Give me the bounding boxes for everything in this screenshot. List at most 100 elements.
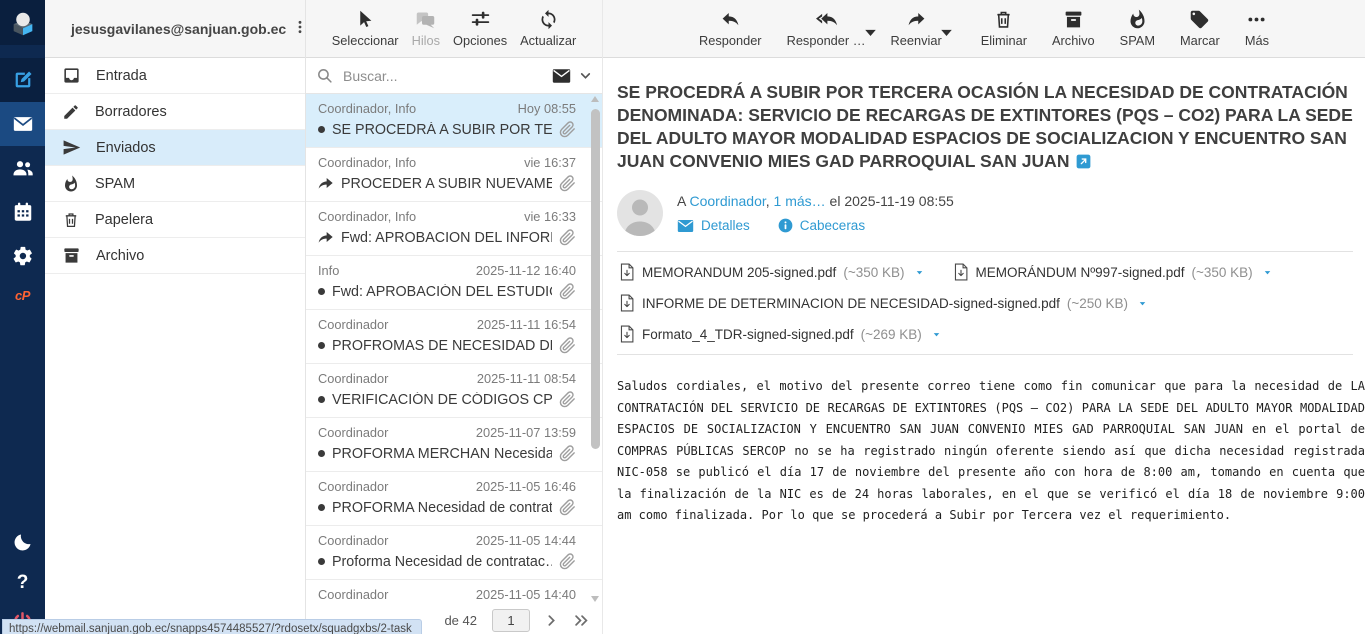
attachment-paperclip-icon xyxy=(559,553,576,570)
message-row-header: Coordinador 2025-11-05 14:40 xyxy=(318,587,576,602)
rail-mail-button[interactable] xyxy=(0,102,45,146)
folder-item-archivo[interactable]: Archivo xyxy=(45,238,305,274)
scrollbar-thumb[interactable] xyxy=(591,109,600,449)
rail-contacts-button[interactable] xyxy=(0,146,45,190)
message-row-subject-line: PROCEDER A SUBIR NUEVAMENT… xyxy=(318,175,576,192)
folder-item-borradores[interactable]: Borradores xyxy=(45,94,305,130)
threads-label: Hilos xyxy=(412,33,440,48)
threads-button[interactable]: Hilos xyxy=(409,7,443,50)
delete-button[interactable]: Eliminar xyxy=(978,7,1030,50)
reply-all-button[interactable]: Responder … xyxy=(784,7,869,50)
list-scrollbar[interactable] xyxy=(591,96,600,602)
message-list-item[interactable]: Coordinador 2025-11-05 16:46 PROFORMA Ne… xyxy=(306,472,602,526)
recipient-link[interactable]: Coordinador xyxy=(689,193,765,209)
folder-item-enviados[interactable]: Enviados xyxy=(45,130,305,166)
date-received: el 2025-11-19 08:55 xyxy=(826,193,954,209)
page-number-box[interactable]: 1 xyxy=(492,609,530,632)
message-from: Coordinador xyxy=(318,317,388,332)
message-list-item[interactable]: Coordinador 2025-11-11 08:54 VERIFICACIÓ… xyxy=(306,364,602,418)
search-chevron-down-icon[interactable] xyxy=(579,69,592,82)
folder-item-spam[interactable]: SPAM xyxy=(45,166,305,202)
help-button[interactable]: ? xyxy=(0,564,45,602)
recipients-line: A Coordinador, 1 más… el 2025-11-19 08:5… xyxy=(677,193,954,209)
options-button[interactable]: Opciones xyxy=(450,7,510,50)
archive-button[interactable]: Archivo xyxy=(1049,7,1098,50)
message-subject-preview: PROCEDER A SUBIR NUEVAMENT… xyxy=(341,176,552,192)
pencil-icon xyxy=(62,103,80,121)
headers-button[interactable]: Cabeceras xyxy=(778,218,865,233)
attachment-dropdown-caret-icon[interactable] xyxy=(1262,267,1273,278)
message-subject-preview: Fwd: APROBACIÓN DEL ESTUDIO,… xyxy=(332,284,552,300)
message-list-item[interactable]: Coordinador 2025-11-11 16:54 PROFROMAS D… xyxy=(306,310,602,364)
reply-all-icon xyxy=(816,9,837,30)
forward-button[interactable]: Reenviar xyxy=(888,7,945,50)
reply-button[interactable]: Responder xyxy=(696,7,765,50)
attachment-dropdown-caret-icon[interactable] xyxy=(914,267,925,278)
folder-item-papelera[interactable]: Papelera xyxy=(45,202,305,238)
dark-mode-toggle[interactable] xyxy=(0,520,45,564)
attachment-paperclip-icon xyxy=(559,445,576,462)
to-separator: , xyxy=(766,193,774,209)
open-in-new-window-icon[interactable] xyxy=(1076,154,1091,169)
pdf-file-icon xyxy=(619,294,635,312)
folder-label: Enviados xyxy=(96,140,156,156)
refresh-button[interactable]: Actualizar xyxy=(517,7,579,50)
message-row-header: Coordinador 2025-11-07 13:59 xyxy=(318,425,576,440)
search-mail-filter-icon[interactable] xyxy=(552,68,571,84)
delete-label: Eliminar xyxy=(981,33,1027,48)
details-button[interactable]: Detalles xyxy=(677,218,750,233)
search-input[interactable] xyxy=(341,67,544,85)
options-label: Opciones xyxy=(453,33,507,48)
message-list-item[interactable]: Coordinador, Info vie 16:33 Fwd: APROBAC… xyxy=(306,202,602,256)
message-list-item[interactable]: Coordinador 2025-11-05 14:44 Proforma Ne… xyxy=(306,526,602,580)
scroll-down-arrow-icon[interactable] xyxy=(591,596,599,602)
more-button[interactable]: Más xyxy=(1242,7,1272,50)
message-row-subject-line: Proforma Necesidad de contratac… xyxy=(318,553,576,570)
forward-dropdown-caret-icon[interactable] xyxy=(936,22,957,46)
message-list-item[interactable]: Coordinador, Info Hoy 08:55 SE PROCEDRÁ … xyxy=(306,94,602,148)
attachment-size: (~250 KB) xyxy=(1067,296,1128,311)
message-list-item[interactable]: Coordinador 2025-11-07 13:59 PROFORMA ME… xyxy=(306,418,602,472)
attachment-name: MEMORÁNDUM Nº997-signed.pdf xyxy=(976,265,1185,280)
message-subject-preview: Proforma Necesidad de contratac… xyxy=(332,554,552,570)
attachment-item[interactable]: INFORME DE DETERMINACION DE NECESIDAD-si… xyxy=(619,294,1148,312)
attachment-item[interactable]: MEMORÁNDUM Nº997-signed.pdf (~350 KB) xyxy=(953,263,1273,281)
message-row-subject-line: VERIFICACIÓN DE CÓDIGOS CPC … xyxy=(318,391,576,408)
inbox-icon xyxy=(62,66,81,85)
account-email: jesusgavilanes@sanjuan.gob.ec xyxy=(71,21,286,37)
rail-calendar-button[interactable] xyxy=(0,190,45,234)
message-subject-preview: Fwd: APROBACION DEL INFORME… xyxy=(341,230,552,246)
message-list-item[interactable]: Coordinador 2025-11-05 14:40 xyxy=(306,580,602,606)
rail-settings-button[interactable] xyxy=(0,234,45,278)
attachment-dropdown-caret-icon[interactable] xyxy=(1137,298,1148,309)
attachment-paperclip-icon xyxy=(559,391,576,408)
compose-button[interactable] xyxy=(0,58,45,102)
attachment-item[interactable]: MEMORANDUM 205-signed.pdf (~350 KB) xyxy=(619,263,925,281)
tag-icon xyxy=(1189,9,1210,30)
scroll-up-arrow-icon[interactable] xyxy=(591,96,599,102)
nav-rail: cP ? xyxy=(0,0,45,634)
attachment-paperclip-icon xyxy=(559,229,576,246)
attachment-dropdown-caret-icon[interactable] xyxy=(931,329,942,340)
last-page-button[interactable] xyxy=(573,614,590,627)
pagination-total: de 42 xyxy=(444,613,477,628)
rail-cpanel-button[interactable]: cP xyxy=(0,278,45,312)
message-subject-preview: PROFROMAS DE NECESIDAD DE … xyxy=(332,338,552,354)
message-subject-text: SE PROCEDRÁ A SUBIR POR TERCERA OCASIÓN … xyxy=(617,82,1353,171)
spam-button[interactable]: SPAM xyxy=(1117,7,1158,50)
archive-label: Archivo xyxy=(1052,33,1095,48)
tag-button[interactable]: Marcar xyxy=(1177,7,1223,50)
pdf-file-icon xyxy=(619,325,635,343)
message-row-header: Coordinador 2025-11-11 16:54 xyxy=(318,317,576,332)
attachment-name: INFORME DE DETERMINACION DE NECESIDAD-si… xyxy=(642,296,1060,311)
more-recipients-link[interactable]: 1 más… xyxy=(774,193,826,209)
attachment-item[interactable]: Formato_4_TDR-signed-signed.pdf (~269 KB… xyxy=(619,325,942,343)
reply-all-dropdown-caret-icon[interactable] xyxy=(860,22,881,46)
folder-item-entrada[interactable]: Entrada xyxy=(45,58,305,94)
message-list-item[interactable]: Coordinador, Info vie 16:37 PROCEDER A S… xyxy=(306,148,602,202)
select-button[interactable]: Seleccionar xyxy=(329,7,402,50)
sliders-icon xyxy=(470,9,491,30)
next-page-button[interactable] xyxy=(545,614,558,627)
message-list-item[interactable]: Info 2025-11-12 16:40 Fwd: APROBACIÓN DE… xyxy=(306,256,602,310)
more-label: Más xyxy=(1245,33,1269,48)
